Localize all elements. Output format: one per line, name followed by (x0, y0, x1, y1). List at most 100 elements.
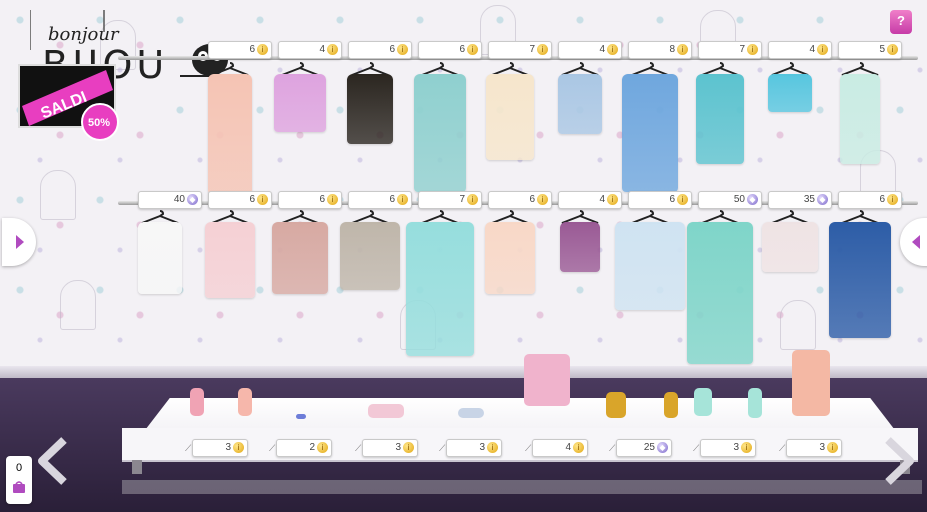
coin-currency-icon: i (827, 442, 838, 453)
price-value: 6 (459, 44, 465, 55)
price-tag: 4 i ⟋ (525, 439, 588, 457)
clothing-pink-crop-top[interactable] (274, 74, 326, 132)
mint-flat-shoe[interactable] (748, 388, 762, 418)
coin-currency-icon: i (403, 442, 414, 453)
clothing-blue-ombre-dress[interactable] (622, 74, 678, 192)
price-value: 6 (529, 194, 535, 205)
tag-pin-icon: ⟋ (439, 443, 446, 453)
clothing-aqua-floral-dress[interactable] (414, 74, 466, 192)
coin-currency-icon: i (257, 44, 268, 55)
coin-currency-icon: i (741, 442, 752, 453)
tag-pin-icon: ⟋ (269, 443, 276, 453)
price-tag: 6i (348, 191, 412, 209)
clothing-sheer-blue-cape[interactable] (615, 222, 685, 310)
coin-currency-icon: i (607, 194, 618, 205)
coin-currency-icon: i (467, 194, 478, 205)
price-value: 4 (565, 442, 571, 453)
gem-currency-icon: ◆ (747, 194, 758, 205)
clothing-striped-denim-shorts[interactable] (558, 74, 602, 134)
price-value: 6 (879, 194, 885, 205)
price-value: 6 (389, 194, 395, 205)
white-sunglasses[interactable] (458, 408, 484, 418)
price-tag: 35 ◆ (768, 191, 832, 209)
price-value: 7 (739, 44, 745, 55)
clothing-silver-sequin-top[interactable] (340, 222, 400, 290)
mini-earrings[interactable] (296, 414, 306, 419)
help-button[interactable]: ? (890, 10, 912, 34)
shopping-cart-widget[interactable]: 0 (6, 456, 32, 504)
price-tag: 6i (488, 191, 552, 209)
peach-bucket-bag[interactable] (792, 350, 830, 416)
gold-heel-shoe[interactable] (606, 392, 626, 418)
price-tag: 6i (208, 191, 272, 209)
birdcage-decor (60, 280, 96, 330)
mint-flat-shoe[interactable] (694, 388, 712, 416)
clothing-pink-crop-knit[interactable] (762, 222, 818, 272)
price-tag: 6i (838, 191, 902, 209)
clothing-white-lace-tank[interactable] (138, 222, 182, 294)
prev-rack-button[interactable] (2, 218, 36, 266)
coin-currency-icon: i (887, 44, 898, 55)
price-value: 8 (669, 44, 675, 55)
price-value: 6 (249, 194, 255, 205)
shop-scene: bonjour BIJOU SALDI 50% ? 6i4i6i6i7i4i8i… (0, 0, 927, 512)
logo-top-text: bonjour (48, 24, 120, 45)
cart-count: 0 (15, 462, 23, 474)
price-tag: 7i (698, 41, 762, 59)
pink-bracelet[interactable] (368, 404, 404, 418)
price-tag: 3 i ⟋ (779, 439, 842, 457)
clothing-mint-starfish-dress[interactable] (406, 222, 474, 356)
shelf-prev-button[interactable] (34, 436, 70, 486)
coin-currency-icon: i (677, 194, 688, 205)
clothing-pink-star-skirt[interactable] (205, 222, 255, 298)
clothing-blue-print-dress[interactable] (829, 222, 891, 338)
price-tag: 6i (348, 41, 412, 59)
clothing-floral-print-skirt[interactable] (272, 222, 328, 294)
price-value: 3 (819, 442, 825, 453)
chevron-right-icon (885, 437, 914, 485)
price-tag: 3 i ⟋ (693, 439, 756, 457)
clothing-pink-starfish-skirt[interactable] (485, 222, 535, 294)
clothing-purple-sequin-cami[interactable] (560, 222, 600, 272)
price-tag: 5i (838, 41, 902, 59)
coin-currency-icon: i (257, 194, 268, 205)
price-tag: 3 i ⟋ (439, 439, 502, 457)
gem-currency-icon: ◆ (657, 442, 668, 453)
pink-heel-shoe[interactable] (190, 388, 204, 416)
price-tag: 4i (558, 41, 622, 59)
price-tag: 6i (208, 41, 272, 59)
tag-pin-icon: ⟋ (355, 443, 362, 453)
sale-sign[interactable]: SALDI 50% (16, 62, 119, 141)
pink-handbag[interactable] (524, 354, 570, 406)
coin-currency-icon: i (817, 44, 828, 55)
clothing-cream-star-blazer[interactable] (486, 74, 534, 160)
coin-currency-icon: i (467, 44, 478, 55)
price-value: 2 (309, 442, 315, 453)
coin-currency-icon: i (537, 194, 548, 205)
price-value: 35 (803, 194, 815, 205)
clothing-peach-draped-gown[interactable] (208, 74, 252, 194)
clothing-aqua-bandeau-top[interactable] (768, 74, 812, 112)
price-value: 4 (599, 44, 605, 55)
birdcage-decor (40, 170, 76, 220)
gem-currency-icon: ◆ (817, 194, 828, 205)
clothing-mint-long-cardigan[interactable] (840, 74, 880, 164)
tag-pin-icon: ⟋ (185, 443, 192, 453)
sale-discount: 50% (88, 117, 110, 129)
gold-heel-shoe[interactable] (664, 392, 678, 418)
price-tag: 25 ◆ ⟋ (609, 439, 672, 457)
clothing-black-butterfly-top[interactable] (347, 74, 393, 144)
price-value: 7 (529, 44, 535, 55)
price-value: 50 (733, 194, 745, 205)
price-value: 4 (319, 44, 325, 55)
coin-currency-icon: i (327, 194, 338, 205)
clothing-mint-jeans[interactable] (687, 222, 753, 364)
clothing-turquoise-wrap-bodysuit[interactable] (696, 74, 744, 164)
price-value: 6 (389, 44, 395, 55)
price-tag: 50 ◆ (698, 191, 762, 209)
shelf-next-button[interactable] (882, 436, 918, 486)
next-rack-button[interactable] (900, 218, 927, 266)
tag-pin-icon: ⟋ (693, 443, 700, 453)
earrings-display[interactable] (238, 388, 252, 416)
coin-currency-icon: i (607, 44, 618, 55)
